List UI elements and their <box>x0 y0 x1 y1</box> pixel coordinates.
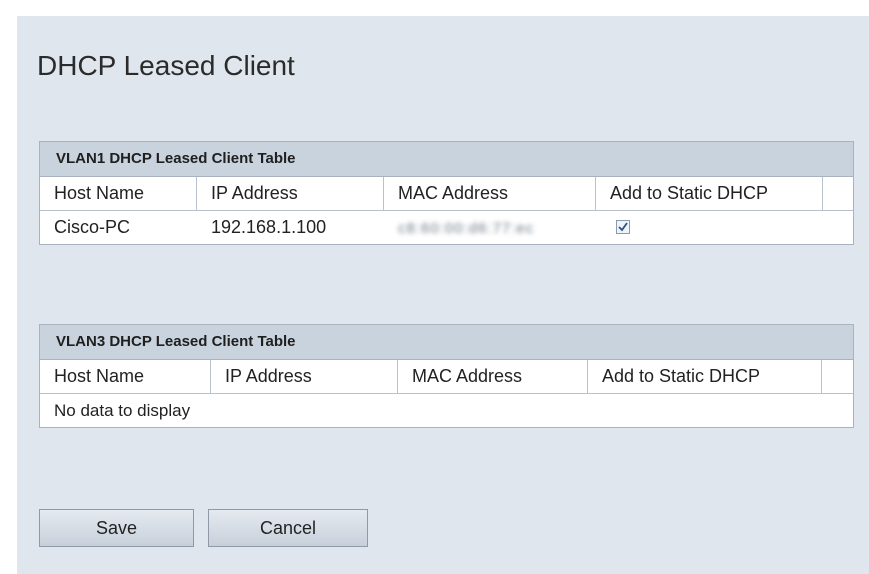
cancel-button[interactable]: Cancel <box>208 509 368 547</box>
checkmark-icon <box>618 222 628 232</box>
vlan3-leased-client-table: VLAN3 DHCP Leased Client Table Host Name… <box>39 324 854 428</box>
column-header-host-name: Host Name <box>40 177 197 210</box>
column-header-mac-address: MAC Address <box>398 360 588 393</box>
add-to-static-checkbox[interactable] <box>616 220 630 234</box>
mac-address-blurred: c8:60:00:d6:77:ec <box>398 220 535 237</box>
page-title: DHCP Leased Client <box>37 50 295 81</box>
table-row: Cisco-PC 192.168.1.100 c8:60:00:d6:77:ec <box>40 211 853 244</box>
vlan1-leased-client-table: VLAN1 DHCP Leased Client Table Host Name… <box>39 141 854 245</box>
empty-message: No data to display <box>40 394 853 427</box>
add-to-static-cell <box>596 211 823 244</box>
save-button[interactable]: Save <box>39 509 194 547</box>
column-header-add-to-static-dhcp: Add to Static DHCP <box>596 177 823 210</box>
mac-address-cell: c8:60:00:d6:77:ec <box>384 211 596 244</box>
content-panel: DHCP Leased Client VLAN1 DHCP Leased Cli… <box>17 16 869 574</box>
column-header-spacer <box>822 360 853 393</box>
host-name-cell: Cisco-PC <box>54 217 131 237</box>
column-header-mac-address: MAC Address <box>384 177 596 210</box>
column-header-ip-address: IP Address <box>197 177 384 210</box>
table-header-row: Host Name IP Address MAC Address Add to … <box>40 177 853 211</box>
column-header-add-to-static-dhcp: Add to Static DHCP <box>588 360 822 393</box>
column-header-spacer <box>823 177 853 210</box>
ip-address-cell: 192.168.1.100 <box>211 217 327 237</box>
table-header-row: Host Name IP Address MAC Address Add to … <box>40 360 853 394</box>
table-title: VLAN1 DHCP Leased Client Table <box>40 142 853 177</box>
row-spacer <box>823 211 853 244</box>
table-title: VLAN3 DHCP Leased Client Table <box>40 325 853 360</box>
column-header-ip-address: IP Address <box>211 360 398 393</box>
column-header-host-name: Host Name <box>40 360 211 393</box>
